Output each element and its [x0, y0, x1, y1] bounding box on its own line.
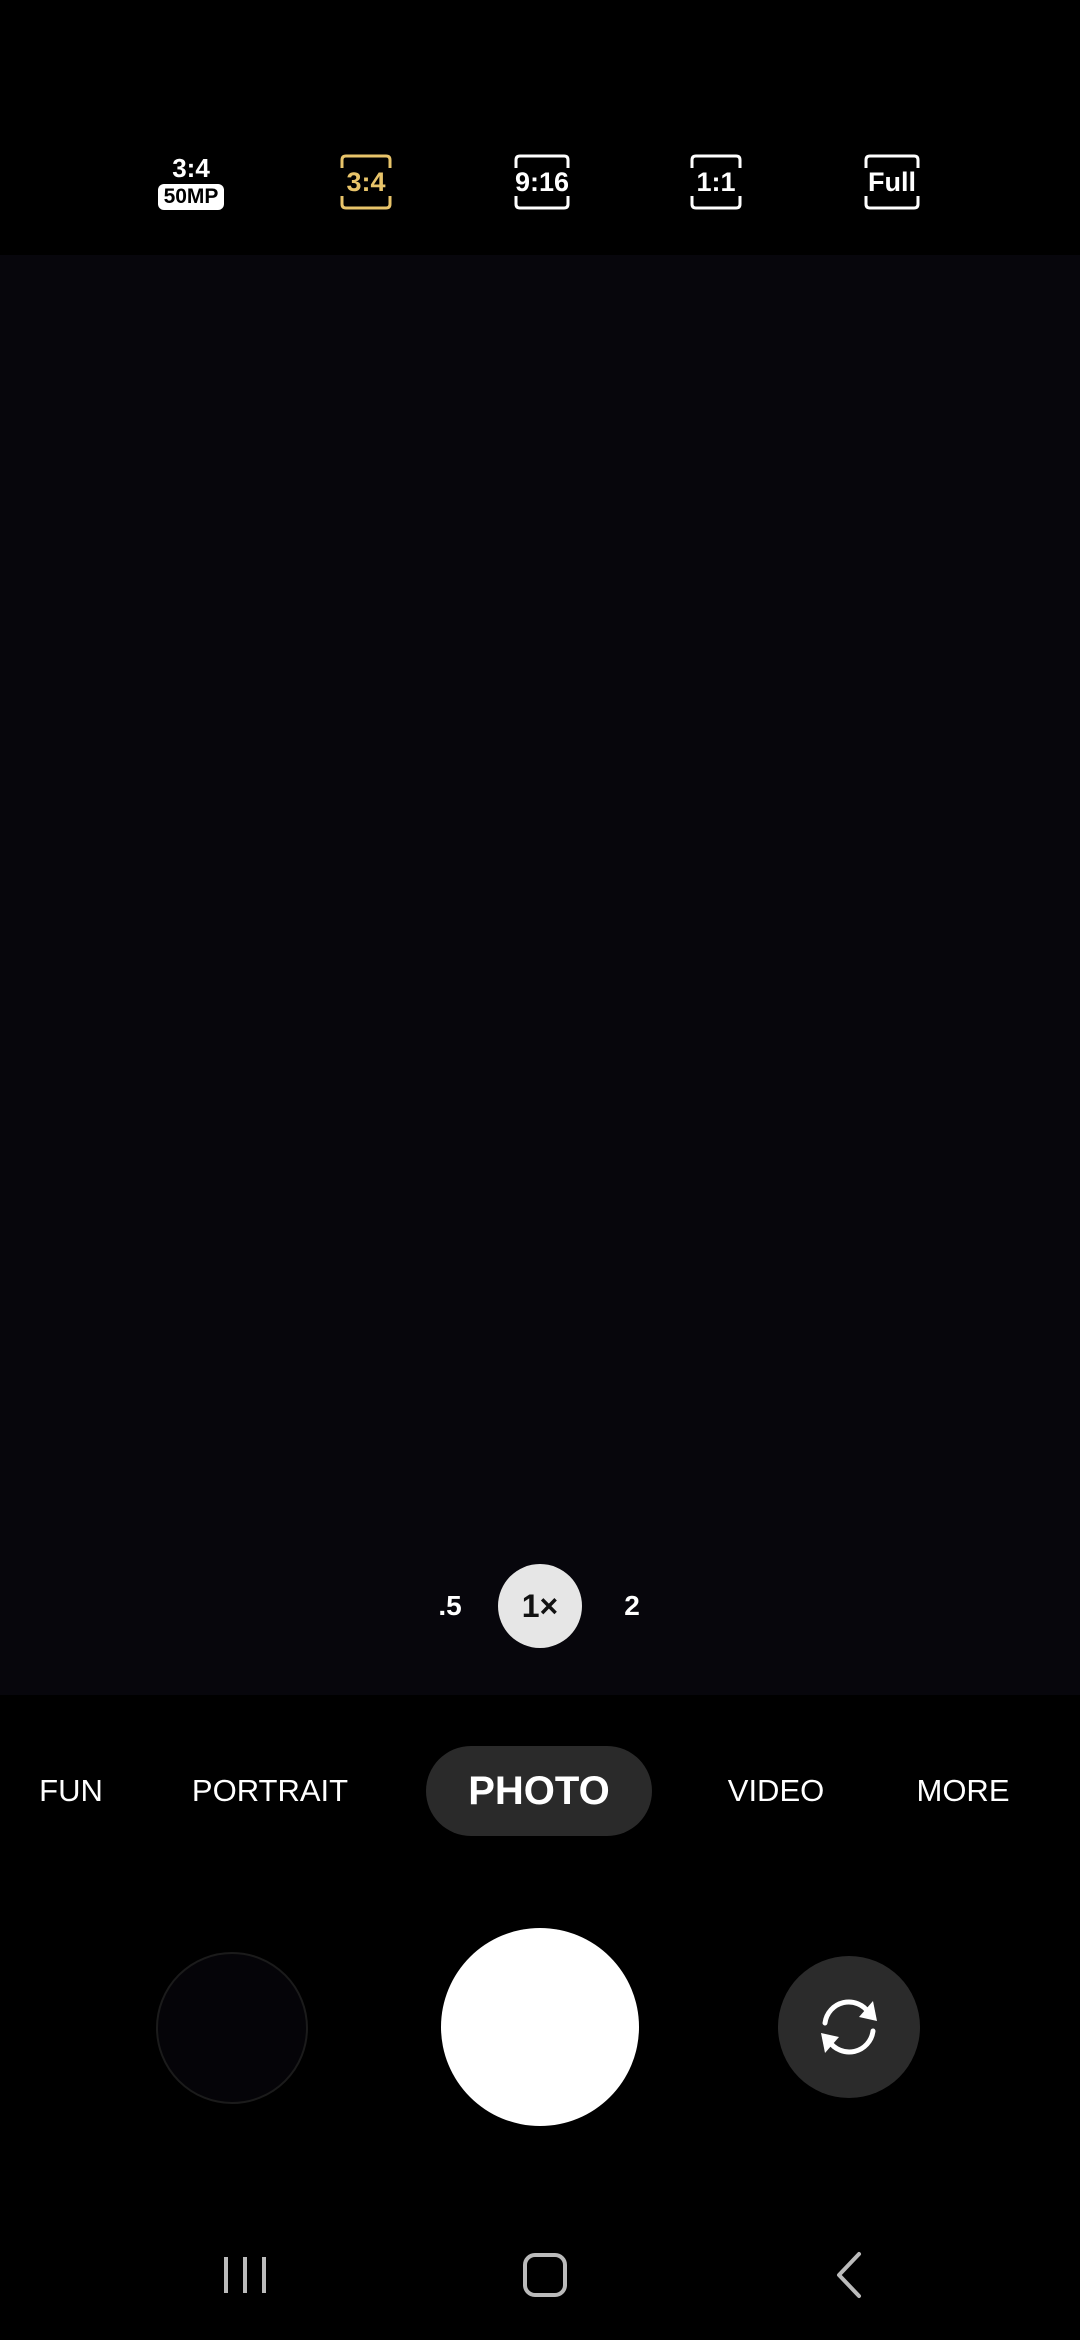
- zoom-controls: .5 1× 2: [0, 1564, 1080, 1648]
- gallery-thumbnail[interactable]: [156, 1952, 308, 2104]
- mode-portrait[interactable]: PORTRAIT: [190, 1746, 350, 1836]
- mode-more[interactable]: MORE: [908, 1746, 1018, 1836]
- aspect-ratio-bar: 3:4 50MP 3:4 9:16 1:1 Full: [0, 150, 1080, 214]
- ratio-3-4-50mp-button[interactable]: 3:4 50MP: [152, 150, 230, 214]
- ratio-1-1-label: 1:1: [696, 166, 736, 197]
- ratio-full-button[interactable]: Full: [864, 154, 920, 210]
- ratio-3-4-label: 3:4: [346, 166, 386, 197]
- ratio-9-16-button[interactable]: 9:16: [514, 154, 570, 210]
- switch-camera-button[interactable]: [778, 1956, 920, 2098]
- mode-fun[interactable]: FUN: [36, 1746, 106, 1836]
- 50mp-badge: 50MP: [157, 184, 225, 210]
- ratio-full-label: Full: [868, 166, 916, 197]
- ratio-1-1-button[interactable]: 1:1: [690, 154, 742, 210]
- switch-camera-icon: [821, 1999, 877, 2055]
- ratio-9-16-label: 9:16: [514, 166, 570, 197]
- home-icon: [523, 2253, 567, 2297]
- recent-apps-button[interactable]: [200, 2230, 290, 2320]
- back-icon: [837, 2252, 861, 2298]
- mode-photo[interactable]: PHOTO: [426, 1746, 652, 1836]
- camera-screen: 3:4 50MP 3:4 9:16 1:1 Full .5 1× 2 FUN P…: [0, 0, 1080, 2340]
- zoom-0-5-button[interactable]: .5: [428, 1584, 472, 1628]
- zoom-2x-button[interactable]: 2: [610, 1584, 654, 1628]
- system-navigation-bar: [0, 2230, 1080, 2320]
- ratio-3-4-button[interactable]: 3:4: [340, 154, 392, 210]
- camera-mode-selector: FUN PORTRAIT PHOTO VIDEO MORE: [0, 1746, 1080, 1836]
- ratio-50mp-label: 3:4: [172, 153, 210, 183]
- mode-video[interactable]: VIDEO: [720, 1746, 832, 1836]
- zoom-1x-button[interactable]: 1×: [498, 1564, 582, 1648]
- home-button[interactable]: [500, 2230, 590, 2320]
- camera-viewfinder[interactable]: [0, 255, 1080, 1695]
- back-button[interactable]: [804, 2230, 894, 2320]
- shutter-button[interactable]: [441, 1928, 639, 2126]
- recent-apps-icon: [224, 2257, 266, 2293]
